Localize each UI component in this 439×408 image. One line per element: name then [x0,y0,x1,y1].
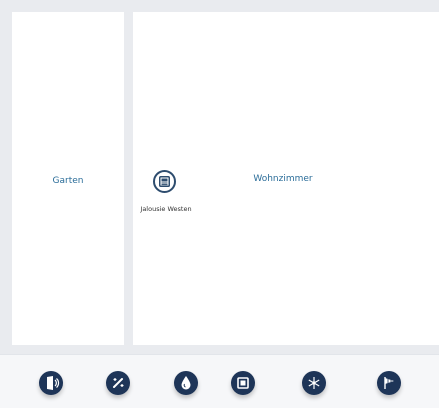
floor-plan: Garten Wohnzimmer Jalousie Westen [0,0,439,354]
door-icon[interactable] [39,371,63,395]
device-label: Jalousie Westen [140,205,192,213]
water-drop-icon[interactable] [174,371,198,395]
home-automation-screen: Garten Wohnzimmer Jalousie Westen [0,0,439,408]
category-climate[interactable] [300,367,328,405]
blind-icon[interactable] [231,371,255,395]
light-icon[interactable] [106,371,130,395]
category-light[interactable] [104,367,132,405]
category-water[interactable] [172,367,200,405]
category-doors[interactable] [37,367,65,405]
category-blinds[interactable] [229,367,257,405]
blind-icon[interactable] [153,170,176,193]
room-label-wohnzimmer: Wohnzimmer [253,174,313,184]
room-garten[interactable]: Garten [12,12,124,345]
category-bar [0,354,439,408]
snowflake-icon[interactable] [302,371,326,395]
room-label-garten: Garten [52,176,84,186]
device-jalousie-westen[interactable]: Jalousie Westen [137,170,195,222]
category-weather[interactable] [375,367,403,405]
weather-icon[interactable] [377,371,401,395]
